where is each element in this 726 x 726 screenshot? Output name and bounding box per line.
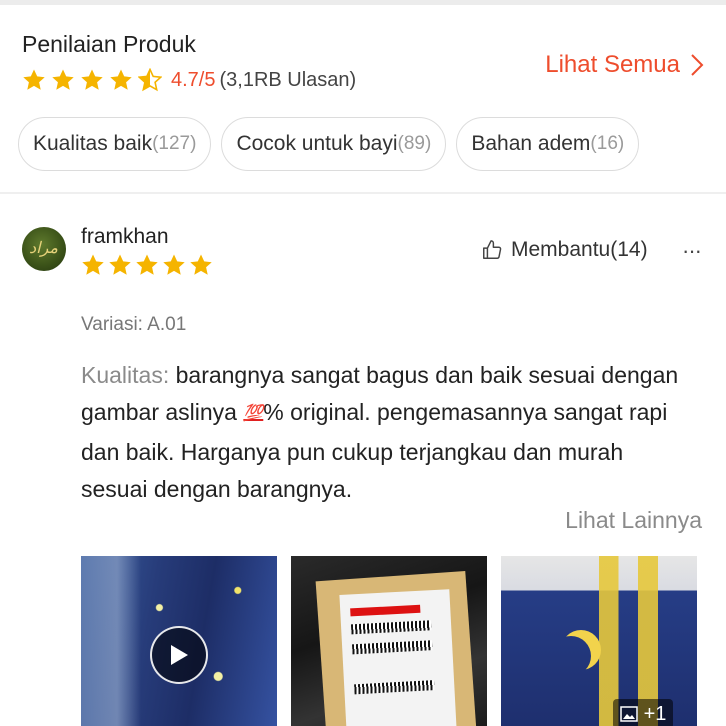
helpful-button[interactable]: Membantu(14) <box>481 238 648 262</box>
thumbnail-curtain <box>81 556 141 726</box>
review-media: +1 <box>81 556 697 726</box>
filter-chip-bahan-adem[interactable]: Bahan adem (16) <box>456 117 640 171</box>
thumbs-up-icon <box>483 240 502 259</box>
quality-label: Kualitas: <box>81 362 170 388</box>
image-icon <box>619 706 638 722</box>
star-icon <box>109 254 131 275</box>
rating-count: (3,1RB Ulasan) <box>219 68 357 91</box>
chip-label: Bahan adem <box>471 132 591 155</box>
star-icon <box>136 254 158 275</box>
review-photo-thumbnail[interactable]: +1 <box>501 556 697 726</box>
star-icon <box>81 69 103 90</box>
see-all-label: Lihat Semua <box>545 51 680 78</box>
more-photos-count: +1 <box>643 702 667 725</box>
more-photos-badge[interactable]: +1 <box>613 699 673 726</box>
chip-count: (127) <box>152 133 197 154</box>
review-username: framkhan <box>81 225 169 248</box>
chevron-right-icon <box>691 54 704 76</box>
filter-chip-cocok-untuk-bayi[interactable]: Cocok untuk bayi (89) <box>221 117 447 171</box>
more-options-icon[interactable]: ··· <box>682 238 702 264</box>
avatar-logo: ﻣﺮﺍﺩ <box>29 238 58 257</box>
review-text: Kualitas: barangnya sangat bagus dan bai… <box>81 357 681 508</box>
filter-chip-kualitas-baik[interactable]: Kualitas baik (127) <box>18 117 212 171</box>
rating-summary: 4.7/5 (3,1RB Ulasan) <box>22 68 356 92</box>
chip-label: Cocok untuk bayi <box>236 132 398 155</box>
shipping-label <box>339 589 457 726</box>
helpful-label: Membantu(14) <box>511 238 648 261</box>
moon-pattern <box>551 636 591 676</box>
star-icon <box>163 254 185 275</box>
star-icon <box>82 254 104 275</box>
star-icon <box>52 69 74 90</box>
chip-label: Kualitas baik <box>33 132 153 155</box>
review-photo-thumbnail[interactable] <box>291 556 487 726</box>
chip-count: (89) <box>397 133 432 154</box>
review-card: ﻣﺮﺍﺩ framkhan Membantu(14) ··· Variasi: … <box>0 194 726 726</box>
see-more-link[interactable]: Lihat Lainnya <box>565 507 702 534</box>
star-icon <box>190 254 212 275</box>
review-video-thumbnail[interactable] <box>81 556 277 726</box>
rating-section: Penilaian Produk Lihat Semua 4.7/5 (3,1R… <box>0 5 726 193</box>
avatar[interactable]: ﻣﺮﺍﺩ <box>22 227 66 271</box>
star-icon <box>110 69 132 90</box>
rating-average: 4.7/5 <box>171 68 216 91</box>
filter-chips: Kualitas baik (127) Cocok untuk bayi (89) … <box>18 117 640 171</box>
star-icon <box>23 69 45 90</box>
hundred-emoji: 💯 <box>243 405 264 422</box>
half-star-icon <box>138 68 162 92</box>
see-all-link[interactable]: Lihat Semua <box>545 51 704 79</box>
review-variation: Variasi: A.01 <box>81 314 187 335</box>
chip-count: (16) <box>590 133 625 154</box>
review-stars <box>81 253 216 277</box>
play-icon[interactable] <box>150 626 208 684</box>
section-title: Penilaian Produk <box>22 31 196 57</box>
